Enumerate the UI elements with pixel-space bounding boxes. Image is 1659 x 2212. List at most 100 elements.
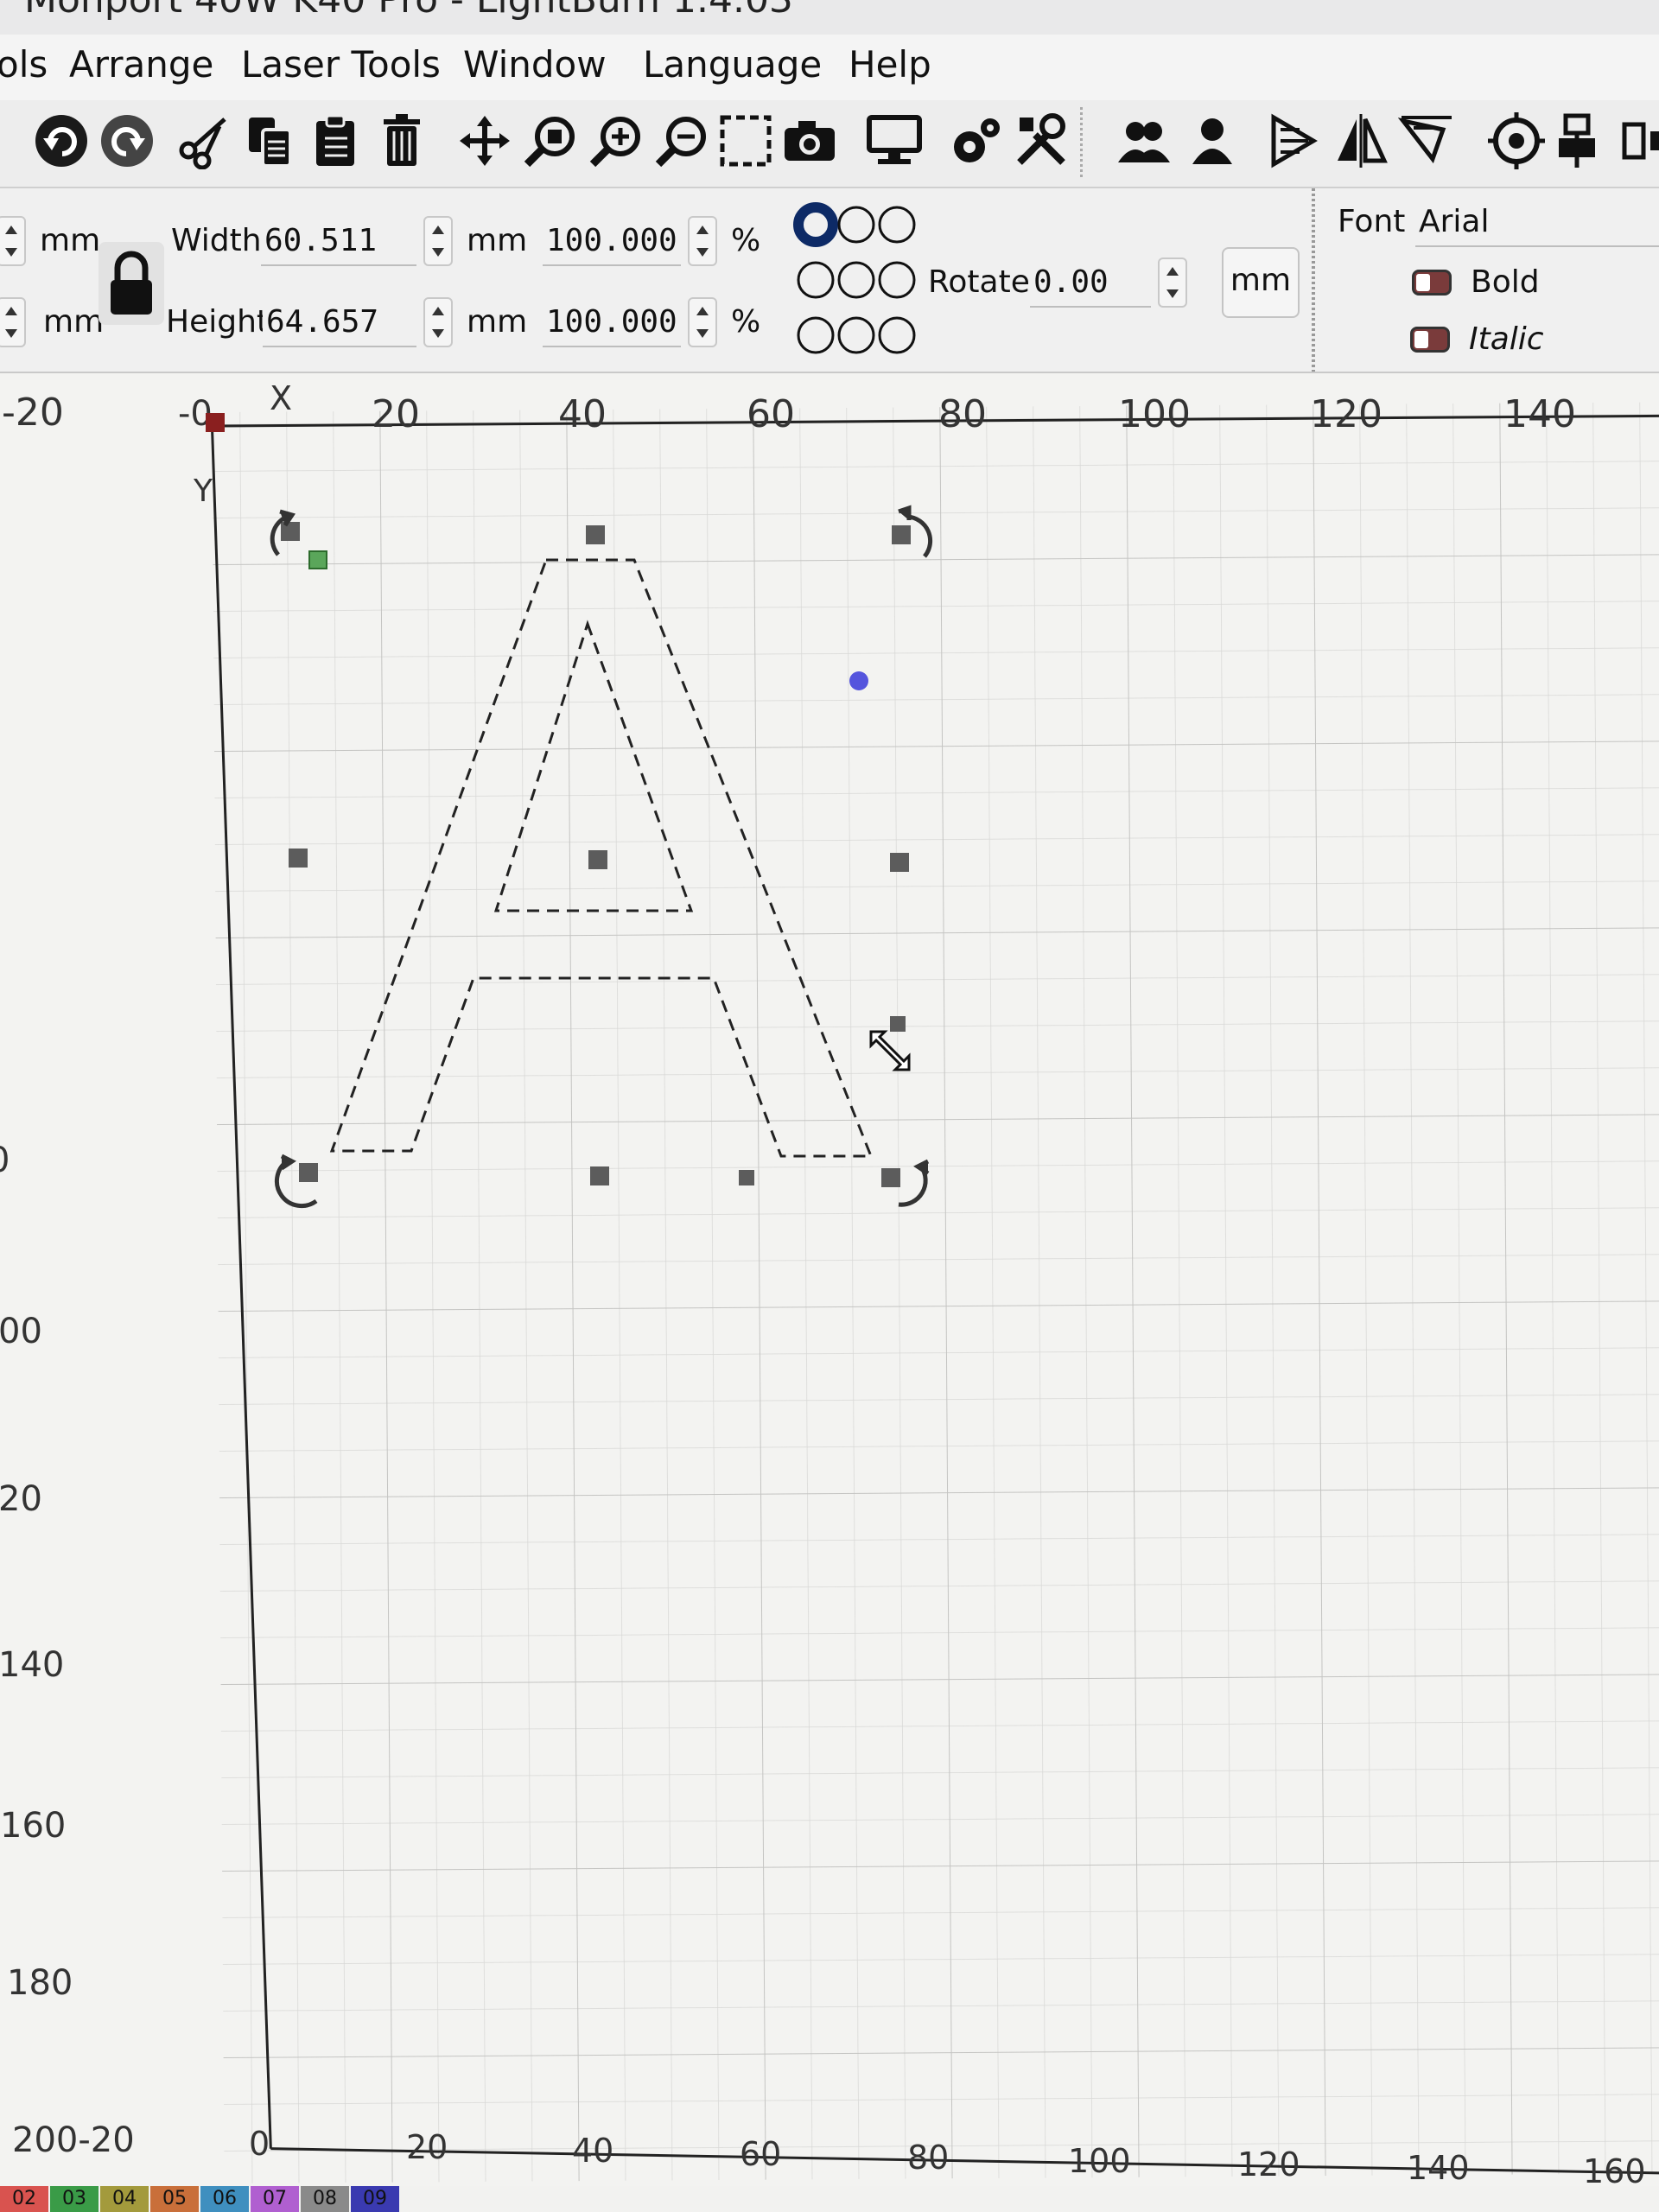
mirror-across-line-icon[interactable]: [1398, 112, 1455, 169]
selection-anchor-marker: [308, 550, 327, 569]
ruler-left-label: 180: [7, 1963, 73, 2003]
palette-swatch[interactable]: 08: [301, 2186, 349, 2212]
bold-toggle[interactable]: [1412, 270, 1452, 296]
height-percent-spinner[interactable]: [688, 297, 717, 347]
menu-language[interactable]: Language: [643, 43, 822, 86]
ruler-bottom-label: 140: [1407, 2149, 1470, 2186]
ungroup-icon[interactable]: [1184, 112, 1241, 169]
redo-icon[interactable]: [99, 112, 156, 169]
font-label: Font: [1338, 204, 1406, 239]
y-position-spinner[interactable]: [0, 297, 26, 347]
palette-swatch[interactable]: 04: [100, 2186, 149, 2212]
ruler-top-label: 120: [1310, 392, 1382, 436]
paste-icon[interactable]: [308, 112, 365, 169]
menu-tools[interactable]: ols: [0, 43, 48, 86]
font-select[interactable]: Arial: [1415, 197, 1659, 247]
ruler-top-label: 140: [1503, 392, 1576, 436]
height-label: Height: [166, 304, 270, 340]
origin-marker: [206, 413, 225, 432]
copy-icon[interactable]: [242, 112, 299, 169]
palette-swatch[interactable]: 03: [50, 2186, 99, 2212]
settings-icon[interactable]: [947, 112, 1004, 169]
ruler-bottom-label: 80: [907, 2139, 949, 2177]
tools-icon[interactable]: [1013, 112, 1070, 169]
height-unit-label: mm: [467, 304, 528, 340]
camera-icon[interactable]: [781, 112, 838, 169]
lock-aspect-icon[interactable]: [99, 242, 164, 325]
flip-horizontal-icon[interactable]: [1265, 112, 1322, 169]
unit-toggle-button[interactable]: mm: [1222, 247, 1300, 318]
ruler-left-label: 0: [0, 1141, 10, 1180]
menu-bar: ols Arrange Laser Tools Window Language …: [0, 35, 1659, 100]
cut-icon[interactable]: [176, 112, 233, 169]
zoom-frame-icon[interactable]: [522, 112, 579, 169]
ruler-left-label: 00: [0, 1312, 42, 1351]
palette-swatch[interactable]: 02: [0, 2186, 48, 2212]
group-icon[interactable]: [1115, 112, 1172, 169]
move-icon[interactable]: [456, 112, 513, 169]
zoom-page-icon[interactable]: [717, 112, 774, 169]
menu-laser-tools[interactable]: Laser Tools: [241, 43, 441, 86]
width-unit-label: mm: [467, 223, 528, 258]
zoom-in-icon[interactable]: [588, 112, 645, 169]
ruler-bottom-label: 60: [740, 2135, 781, 2173]
x-axis-label: X: [270, 379, 292, 417]
rotate-label: Rotate: [928, 264, 1030, 300]
height-spinner[interactable]: [423, 297, 453, 347]
palette-swatch[interactable]: 05: [150, 2186, 199, 2212]
menu-arrange[interactable]: Arrange: [69, 43, 213, 86]
width-percent-sign: %: [731, 223, 761, 258]
zoom-out-icon[interactable]: [653, 112, 710, 169]
color-palette: 02 03 04 05 06 07 08 09: [0, 2186, 1659, 2212]
palette-swatch[interactable]: 09: [351, 2186, 399, 2212]
width-percent-field[interactable]: 100.000: [543, 216, 681, 266]
undo-icon[interactable]: [33, 112, 90, 169]
ruler-left-label: 200-20: [12, 2120, 135, 2160]
height-field[interactable]: 64.657: [263, 297, 416, 347]
bold-label: Bold: [1471, 264, 1540, 300]
ruler-left-label: 160: [0, 1806, 66, 1846]
x-position-spinner[interactable]: [0, 216, 26, 266]
ruler-bottom-label: 40: [572, 2132, 613, 2170]
ruler-bottom-label: 0: [249, 2125, 270, 2163]
italic-toggle[interactable]: [1410, 327, 1450, 353]
target-icon[interactable]: [1488, 112, 1545, 169]
italic-label: Italic: [1469, 321, 1544, 357]
panel-divider: [1312, 188, 1315, 372]
ruler-bottom-label: 160: [1583, 2152, 1646, 2186]
monitor-icon[interactable]: [866, 112, 923, 169]
delete-icon[interactable]: [373, 112, 430, 169]
anchor-selector[interactable]: [791, 200, 921, 365]
align-icon[interactable]: [1554, 112, 1611, 169]
height-percent-sign: %: [731, 304, 761, 340]
workspace-grid: [212, 402, 1659, 2184]
palette-swatch[interactable]: 06: [200, 2186, 249, 2212]
design-canvas[interactable]: -20 -0 X 20 40 60 80 100 120 140 Y 0 00 …: [0, 373, 1659, 2186]
distribute-icon[interactable]: [1621, 112, 1659, 169]
mirror-icon[interactable]: [1332, 112, 1389, 169]
width-percent-spinner[interactable]: [688, 216, 717, 266]
ruler-top-label: -20: [2, 391, 64, 435]
width-field[interactable]: 60.511: [261, 216, 416, 266]
width-label: Width: [171, 223, 262, 258]
selection-center-marker: [849, 671, 868, 690]
ruler-top-label: 80: [938, 392, 987, 436]
menu-window[interactable]: Window: [463, 43, 607, 86]
palette-swatch[interactable]: 07: [251, 2186, 299, 2212]
ruler-top-label: 40: [558, 392, 607, 436]
width-spinner[interactable]: [423, 216, 453, 266]
ruler-bottom-label: 120: [1237, 2145, 1300, 2183]
y-axis-label: Y: [193, 474, 213, 509]
ruler-left-label: 20: [0, 1479, 42, 1519]
window-title: Monport 40W K40 Pro - LightBurn 1.4.03: [24, 0, 793, 22]
numeric-edits-panel: mm mm Width 60.511 mm 100.000 % Height 6…: [0, 188, 1659, 374]
y-unit-label: mm: [43, 304, 105, 340]
ruler-bottom-label: 100: [1068, 2142, 1131, 2180]
menu-help[interactable]: Help: [849, 43, 931, 86]
rotate-spinner[interactable]: [1158, 257, 1187, 308]
x-unit-label: mm: [40, 223, 101, 258]
ruler-top-label: 60: [747, 392, 795, 436]
height-percent-field[interactable]: 100.000: [543, 297, 681, 347]
rotate-field[interactable]: 0.00: [1030, 257, 1151, 308]
ruler-left-label: 140: [0, 1645, 64, 1685]
